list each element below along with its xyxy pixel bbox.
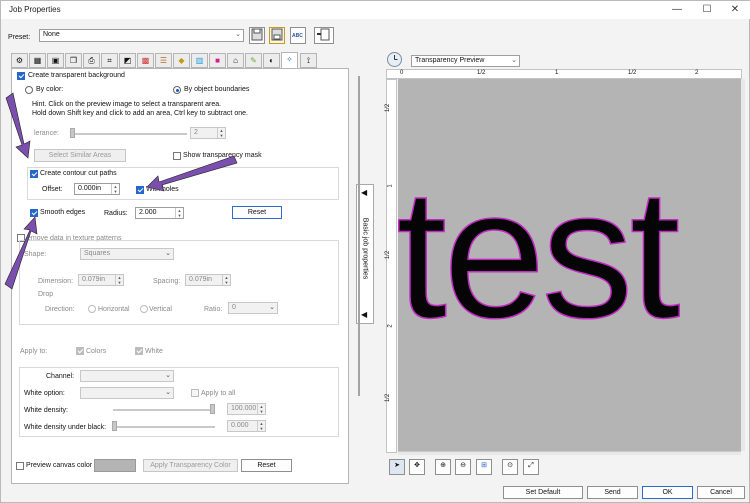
arrow-to-contour-icon	[5, 92, 31, 159]
zoom-in-button[interactable]: ⊕	[435, 459, 451, 475]
apply-colors-checkbox[interactable]	[76, 347, 84, 355]
spin-arrows-icon: ▲ ▼	[257, 421, 265, 431]
zoom-out-button[interactable]: ⊖	[455, 459, 471, 475]
cancel-button[interactable]: Cancel	[697, 486, 745, 499]
annotation-arrows	[4, 92, 238, 290]
clock-icon[interactable]	[387, 52, 402, 67]
white-density-under-thumb[interactable]	[112, 421, 117, 431]
ruler-left-1: 1	[387, 184, 394, 188]
close-button[interactable]: ✕	[721, 2, 749, 17]
preview-canvas-checkbox[interactable]	[16, 462, 24, 470]
ruler-top-2: 1	[555, 70, 559, 76]
white-option-select[interactable]: ⌄	[80, 387, 174, 399]
pan-tool-button[interactable]: ✥	[409, 459, 425, 475]
white-density-thumb[interactable]	[210, 404, 215, 414]
set-default-button[interactable]: Set Default	[503, 486, 583, 499]
apply-colors-label: Colors	[86, 348, 107, 355]
minimize-button[interactable]: —	[663, 2, 691, 17]
direction-label: Direction:	[45, 306, 75, 313]
ruler-top-1: 1/2	[477, 70, 486, 76]
vertical-label: Vertical	[149, 306, 172, 313]
ok-button[interactable]: OK	[642, 486, 693, 499]
white-density-under-spin[interactable]: 0.000 ▲ ▼	[227, 420, 266, 432]
chevron-down-icon: ⌄	[269, 304, 275, 311]
ratio-select[interactable]: 0 ⌄	[228, 302, 278, 314]
preview-h-scrollbar[interactable]	[398, 451, 741, 455]
spin-arrows-icon: ▲ ▼	[257, 404, 265, 414]
ratio-value: 0	[232, 304, 236, 311]
white-option-label: White option:	[24, 390, 65, 397]
zoom-area-icon: ⊞	[481, 462, 487, 469]
pan-icon: ✥	[414, 462, 420, 469]
ruler-top-0: 0	[400, 70, 404, 76]
arrow-to-with-holes-icon	[146, 155, 238, 192]
white-density-label: White density:	[24, 407, 68, 414]
canvas-reset-button[interactable]: Reset	[241, 459, 292, 472]
collapse-arrow-icon: ◀	[361, 188, 368, 197]
horizontal-label: Horizontal	[98, 306, 130, 313]
apply-white-checkbox[interactable]	[135, 347, 143, 355]
basic-job-properties-label: Basic job properties	[361, 217, 369, 280]
zoom-area-button[interactable]: ⊞	[476, 459, 492, 475]
zoom-fit-button[interactable]: ⊙	[502, 459, 518, 475]
horizontal-radio[interactable]	[88, 305, 96, 313]
ruler-left-3: 2	[387, 324, 394, 328]
expand-arrow-icon: ◀	[361, 310, 368, 319]
expand-icon: ⤢	[528, 462, 534, 469]
white-density-under-slider[interactable]	[113, 426, 215, 428]
white-density-value: 100.000	[231, 405, 257, 412]
full-screen-button[interactable]: ⤢	[523, 459, 539, 475]
apply-white-label: White	[145, 348, 163, 355]
preview-canvas[interactable]: test	[398, 79, 741, 451]
apply-all-checkbox[interactable]	[191, 389, 199, 397]
white-density-under-value: 0.000	[231, 422, 249, 429]
chevron-down-icon: ⌄	[511, 57, 517, 64]
apply-transparency-color-button[interactable]: Apply Transparency Color	[143, 459, 238, 472]
ruler-left-2: 1/2	[385, 250, 392, 260]
pointer-icon: ➤	[394, 462, 400, 469]
maximize-button[interactable]: ☐	[693, 2, 721, 17]
white-density-slider[interactable]	[113, 409, 215, 411]
preview-canvas-label: Preview canvas color	[26, 462, 93, 469]
ratio-label: Ratio:	[204, 306, 223, 313]
job-properties-window: Job Properties — ☐ ✕ Preset: None ⌄ ABC …	[0, 0, 750, 503]
ruler-left: 1/2 1 1/2 2 1/2	[385, 79, 397, 453]
white-density-spin[interactable]: 100.000 ▲ ▼	[227, 403, 266, 415]
ruler-top-4: 2	[695, 70, 699, 76]
channel-select[interactable]: ⌄	[80, 370, 174, 382]
canvas-color-swatch[interactable]	[94, 459, 136, 472]
arrow-to-smooth-edges-icon	[4, 216, 38, 290]
ruler-left-4: 1/2	[385, 393, 392, 403]
zoom-out-icon: ⊖	[460, 462, 466, 469]
channel-label: Channel:	[46, 373, 75, 380]
preview-mode-value: Transparency Preview	[415, 57, 485, 64]
ruler-top: 0 1/2 1 1/2 2	[386, 69, 742, 79]
preview-mode-select[interactable]: Transparency Preview ⌄	[411, 55, 520, 67]
chevron-down-icon: ⌄	[165, 372, 171, 379]
splitter-bar[interactable]	[358, 76, 360, 396]
preview-v-scrollbar[interactable]	[741, 79, 745, 451]
chevron-down-icon: ⌄	[165, 389, 171, 396]
preview-text: test	[398, 150, 681, 356]
zoom-in-icon: ⊕	[440, 462, 446, 469]
white-density-under-label: White density under black:	[24, 424, 107, 431]
send-button[interactable]: Send	[587, 486, 638, 499]
apply-to-label: Apply to:	[20, 348, 48, 355]
apply-all-label: Apply to all	[201, 390, 236, 397]
ruler-left-0: 1/2	[385, 103, 392, 113]
zoom-fit-icon: ⊙	[507, 462, 513, 469]
select-tool-button[interactable]: ➤	[389, 459, 405, 475]
vertical-radio[interactable]	[140, 305, 148, 313]
ruler-top-3: 1/2	[628, 70, 637, 76]
